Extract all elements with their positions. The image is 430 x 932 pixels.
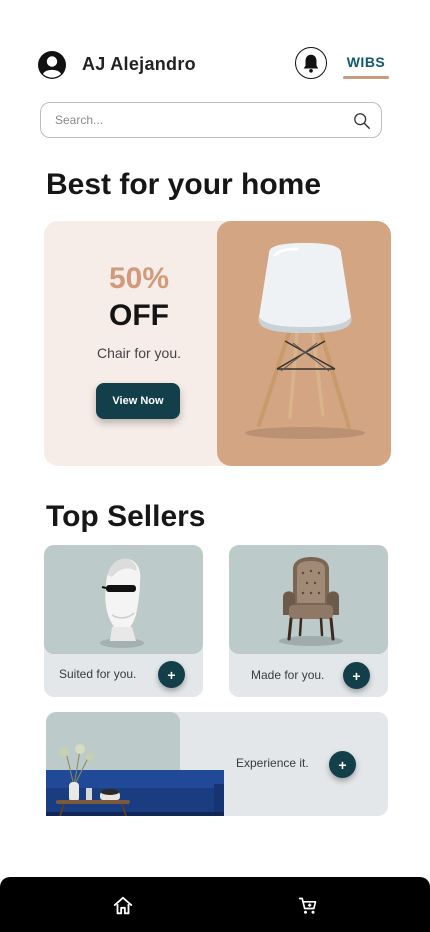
promo-subtitle: Chair for you. bbox=[96, 345, 182, 361]
seller-card-label: Made for you. bbox=[251, 668, 325, 682]
search-icon[interactable] bbox=[353, 112, 371, 130]
promo-discount: 50% bbox=[108, 262, 170, 295]
promo-banner[interactable]: 50% OFF Chair for you. View Now bbox=[44, 221, 391, 466]
brand-underline bbox=[343, 76, 389, 79]
add-button[interactable]: + bbox=[158, 661, 185, 688]
search-bar[interactable] bbox=[40, 102, 382, 138]
seller-card-label: Suited for you. bbox=[59, 667, 137, 681]
brand-logo[interactable]: WIBS bbox=[343, 54, 389, 70]
sofa-illustration bbox=[46, 744, 224, 816]
add-button[interactable]: + bbox=[329, 751, 356, 778]
search-input[interactable] bbox=[55, 113, 335, 127]
seller-card[interactable]: Suited for you. + bbox=[44, 545, 203, 697]
user-name: AJ Alejandro bbox=[82, 54, 196, 74]
promo-off: OFF bbox=[109, 299, 169, 332]
add-button[interactable]: + bbox=[343, 662, 370, 689]
bottom-nav bbox=[0, 877, 430, 932]
home-icon[interactable] bbox=[112, 895, 134, 917]
user-avatar-icon[interactable] bbox=[37, 50, 67, 80]
notification-button[interactable] bbox=[295, 47, 327, 79]
section-title-home: Best for your home bbox=[46, 168, 322, 201]
section-title-top-sellers: Top Sellers bbox=[46, 500, 206, 533]
seller-card[interactable]: Made for you. + bbox=[229, 545, 388, 697]
armchair-image bbox=[229, 545, 388, 654]
chair-illustration bbox=[245, 243, 365, 439]
bell-icon bbox=[303, 54, 319, 73]
cart-icon[interactable] bbox=[298, 896, 318, 916]
statue-bust-image bbox=[44, 545, 203, 654]
promo-chair-image bbox=[217, 221, 391, 466]
view-now-button[interactable]: View Now bbox=[96, 383, 180, 419]
seller-card-label: Experience it. bbox=[236, 756, 309, 770]
